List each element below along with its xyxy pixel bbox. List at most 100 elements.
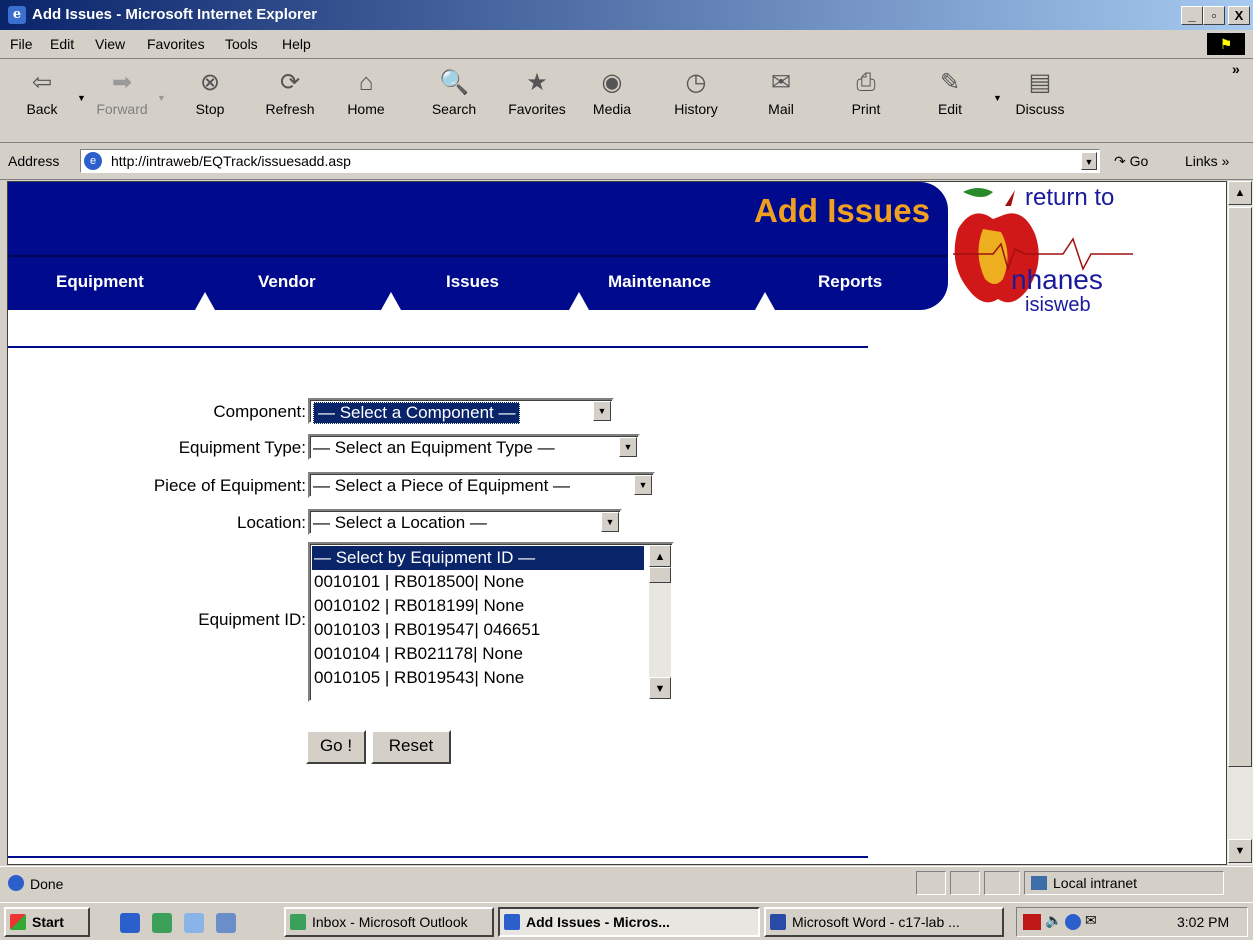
discuss-button[interactable]: ▤ Discuss (1008, 69, 1072, 117)
address-dropdown-icon[interactable]: ▼ (1081, 152, 1097, 170)
menu-edit[interactable]: Edit (50, 36, 74, 52)
home-button[interactable]: ⌂ Home (334, 69, 398, 117)
history-button[interactable]: ◷ History (664, 69, 728, 117)
minimize-button[interactable]: _ (1181, 6, 1203, 25)
network-icon[interactable] (1065, 914, 1081, 930)
go-button[interactable]: ↷ Go (1114, 153, 1148, 170)
edit-button[interactable]: ✎ Edit (918, 69, 982, 117)
toolbar-overflow-chevron[interactable]: » (1232, 61, 1240, 77)
chevron-down-icon[interactable]: ▼ (601, 512, 619, 532)
page-scroll-thumb[interactable] (1228, 207, 1252, 767)
search-button[interactable]: 🔍 Search (422, 69, 486, 117)
stop-button[interactable]: ⊗ Stop (178, 69, 242, 117)
list-option[interactable]: 0010101 | RB018500| None (312, 570, 644, 594)
search-quicklaunch-icon[interactable] (184, 913, 204, 933)
page-scrollbar[interactable]: ▲ ▼ (1227, 181, 1253, 865)
list-option[interactable]: 0010102 | RB018199| None (312, 594, 644, 618)
equipment-type-select[interactable]: — Select an Equipment Type — ▼ (308, 434, 640, 460)
go-submit-button[interactable]: Go ! (306, 730, 366, 764)
refresh-icon: ⟳ (279, 69, 301, 96)
list-option[interactable]: 0010104 | RB021178| None (312, 642, 644, 666)
listbox-scrollbar[interactable]: ▲ ▼ (649, 545, 671, 699)
scroll-down-icon[interactable]: ▼ (1228, 839, 1252, 863)
ie-quicklaunch-icon[interactable] (120, 913, 140, 933)
close-button[interactable]: X (1228, 6, 1250, 25)
nav-separator (755, 292, 775, 310)
outlook-icon (290, 914, 306, 930)
page-status-icon (8, 875, 24, 891)
window-title: Add Issues - Microsoft Internet Explorer (32, 6, 318, 23)
forward-button[interactable]: ➡ Forward (90, 69, 154, 117)
nav-separator (195, 292, 215, 310)
nav-reports[interactable]: Reports (818, 272, 882, 292)
discuss-icon: ▤ (1028, 69, 1052, 96)
desktop-quicklaunch-icon[interactable] (216, 913, 236, 933)
scroll-down-icon[interactable]: ▼ (649, 677, 671, 699)
list-option[interactable]: 0010103 | RB019547| 046651 (312, 618, 644, 642)
address-input[interactable]: e http://intraweb/EQTrack/issuesadd.asp … (80, 149, 1100, 173)
menu-file[interactable]: File (10, 36, 33, 52)
title-bar[interactable]: e Add Issues - Microsoft Internet Explor… (0, 0, 1253, 30)
ie-icon (504, 914, 520, 930)
menu-help[interactable]: Help (282, 36, 311, 52)
forward-dropdown-icon[interactable]: ▼ (157, 93, 166, 103)
favorites-button[interactable]: ★ Favorites (497, 69, 577, 117)
list-option[interactable]: 0010105 | RB019543| None (312, 666, 644, 690)
component-select[interactable]: — Select a Component — ▼ (308, 398, 614, 424)
nav-vendor[interactable]: Vendor (258, 272, 316, 292)
search-icon: 🔍 (439, 69, 469, 96)
task-outlook[interactable]: Inbox - Microsoft Outlook (284, 907, 494, 937)
menu-view[interactable]: View (95, 36, 125, 52)
volume-icon[interactable]: 🔈 (1045, 912, 1062, 929)
nav-separator (381, 292, 401, 310)
nhanes-logo[interactable]: return to nhanes isisweb (953, 184, 1153, 334)
menu-favorites[interactable]: Favorites (147, 36, 205, 52)
equipment-id-listbox[interactable]: — Select by Equipment ID — 0010101 | RB0… (308, 542, 674, 702)
location-select[interactable]: — Select a Location — ▼ (308, 509, 622, 535)
edit-dropdown-icon[interactable]: ▼ (993, 93, 1002, 103)
piece-of-equipment-select[interactable]: — Select a Piece of Equipment — ▼ (308, 472, 655, 498)
status-bar: Done Local intranet (0, 866, 1253, 901)
start-button[interactable]: Start (4, 907, 90, 937)
mail-icon: ✉ (770, 69, 792, 96)
menu-tools[interactable]: Tools (225, 36, 258, 52)
listbox-scroll-thumb[interactable] (649, 567, 671, 583)
forward-arrow-icon: ➡ (111, 69, 133, 96)
scroll-up-icon[interactable]: ▲ (1228, 181, 1252, 205)
menu-bar: File Edit View Favorites Tools Help ⚑ (0, 30, 1253, 59)
mail-tray-icon[interactable]: ✉ (1085, 912, 1097, 929)
list-option-selected[interactable]: — Select by Equipment ID — (312, 546, 644, 570)
status-panel (950, 871, 980, 895)
nav-maintenance[interactable]: Maintenance (608, 272, 711, 292)
task-word[interactable]: Microsoft Word - c17-lab ... (764, 907, 1004, 937)
ati-icon[interactable] (1023, 914, 1041, 930)
zone-panel: Local intranet (1024, 871, 1224, 895)
stop-icon: ⊗ (199, 69, 221, 96)
mail-button[interactable]: ✉ Mail (749, 69, 813, 117)
back-button[interactable]: ⇦ Back (10, 69, 74, 117)
favorites-icon: ★ (526, 69, 548, 96)
logo-text-nhanes: nhanes (1011, 264, 1103, 295)
outlook-quicklaunch-icon[interactable] (152, 913, 172, 933)
media-button[interactable]: ◉ Media (580, 69, 644, 117)
reset-button[interactable]: Reset (371, 730, 451, 764)
intranet-icon (1031, 876, 1047, 890)
links-button[interactable]: Links » (1185, 153, 1229, 169)
header-banner: Add Issues Equipment Vendor Issues Maint… (8, 182, 948, 310)
chevron-down-icon[interactable]: ▼ (619, 437, 637, 457)
equipment-id-label: Equipment ID: (198, 610, 306, 629)
nav-equipment[interactable]: Equipment (56, 272, 144, 292)
page-content: Add Issues Equipment Vendor Issues Maint… (7, 181, 1227, 865)
back-dropdown-icon[interactable]: ▼ (77, 93, 86, 103)
nav-issues[interactable]: Issues (446, 272, 499, 292)
chevron-down-icon[interactable]: ▼ (593, 401, 611, 421)
maximize-button[interactable]: ▫ (1203, 6, 1225, 25)
status-panel (984, 871, 1020, 895)
word-icon (770, 914, 786, 930)
task-add-issues[interactable]: Add Issues - Micros... (498, 907, 760, 937)
equipment-type-label: Equipment Type: (178, 438, 306, 457)
print-button[interactable]: ⎙ Print (834, 69, 898, 117)
refresh-button[interactable]: ⟳ Refresh (258, 69, 322, 117)
chevron-down-icon[interactable]: ▼ (634, 475, 652, 495)
scroll-up-icon[interactable]: ▲ (649, 545, 671, 567)
